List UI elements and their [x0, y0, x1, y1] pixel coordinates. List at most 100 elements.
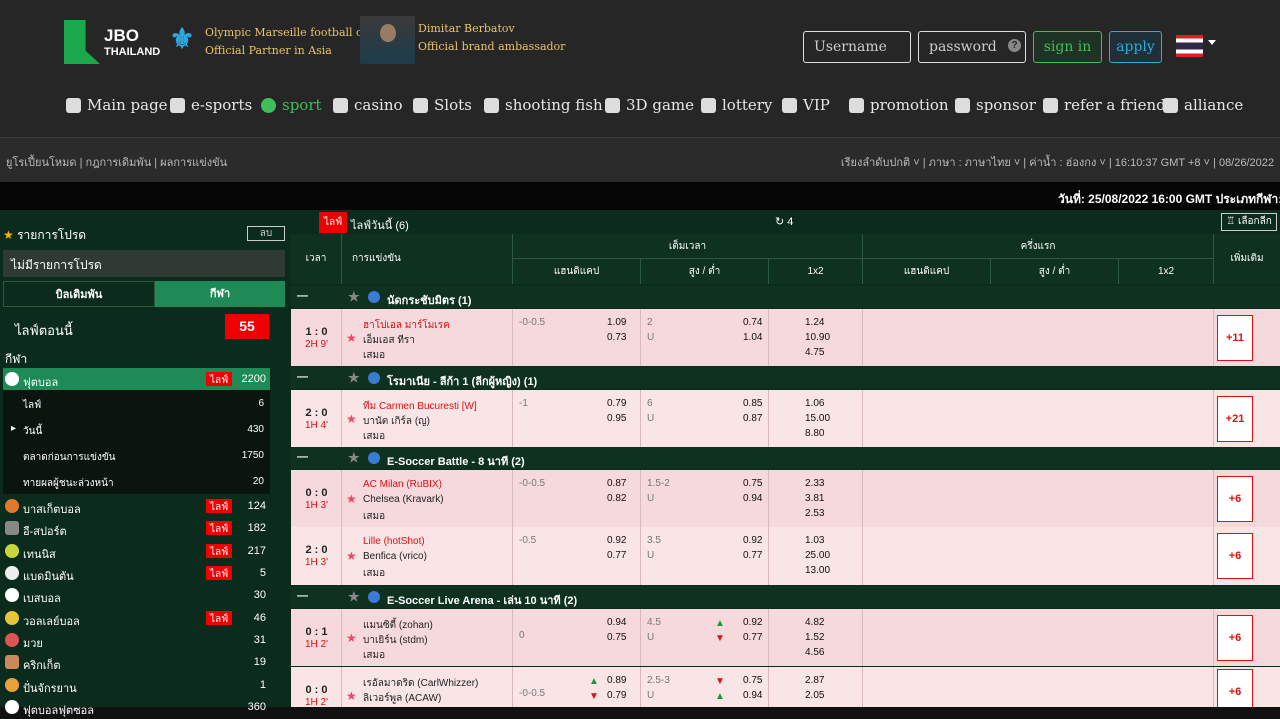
home-win-odds[interactable]: 4.82: [805, 617, 824, 628]
more-markets-button[interactable]: +11: [1217, 314, 1253, 361]
home-win-odds[interactable]: 1.06: [805, 398, 824, 409]
collapse-icon[interactable]: —: [297, 590, 308, 602]
draw-odds[interactable]: 4.56: [805, 647, 824, 658]
under-odds[interactable]: 0.94: [743, 690, 762, 701]
sidebar-item-cycling[interactable]: ปั่นจักรยาน 1: [3, 674, 270, 696]
sidebar-item-futsal[interactable]: ฟุตบอลฟุตซอล 360: [3, 696, 270, 718]
sidebar-item-football[interactable]: ฟุตบอล ไลฟ์ 2200: [3, 368, 270, 390]
sidebar-item-volleyball[interactable]: วอลเลย์บอล ไลฟ์ 46: [3, 607, 270, 629]
league-row[interactable]: — ★ โรมาเนีย - ลีก้า 1 (ลีกผู้หญิง) (1): [291, 367, 1280, 389]
apply-button[interactable]: apply: [1109, 31, 1162, 63]
over-odds[interactable]: 0.92: [743, 535, 762, 546]
home-win-odds[interactable]: 1.03: [805, 535, 824, 546]
collapse-icon[interactable]: —: [297, 371, 308, 383]
sub-links[interactable]: ยูโรเปี้ยนโหมด | กฎการเดิมพัน | ผลการแข่…: [6, 153, 227, 171]
favorite-star-icon[interactable]: ★: [346, 331, 357, 345]
nav-promotion[interactable]: promotion: [849, 92, 949, 118]
under-odds[interactable]: 0.77: [743, 632, 762, 643]
league-row[interactable]: — ★ E-Soccer Battle - 8 นาที (2): [291, 447, 1280, 469]
more-markets-button[interactable]: +6: [1217, 614, 1253, 661]
under-odds[interactable]: 1.04: [743, 332, 762, 343]
jbo-logo[interactable]: JBO THAILAND: [64, 20, 160, 64]
home-win-odds[interactable]: 1.24: [805, 317, 824, 328]
home-team[interactable]: แมนซิตี้ (zohan): [363, 618, 433, 633]
away-win-odds[interactable]: 15.00: [805, 413, 830, 424]
star-icon[interactable]: ★: [348, 450, 360, 466]
sidebar-item-basketball[interactable]: บาสเก็ตบอล ไลฟ์ 124: [3, 495, 270, 517]
handicap-home-odds[interactable]: 0.94: [607, 617, 626, 628]
tab-bet-slip[interactable]: บิลเดิมพัน: [3, 281, 155, 307]
over-odds[interactable]: 0.92: [743, 617, 762, 628]
nav-sport[interactable]: sport: [261, 92, 322, 118]
away-win-odds[interactable]: 1.52: [805, 632, 824, 643]
refresh-button[interactable]: ↻ 4: [775, 215, 793, 228]
away-team[interactable]: Chelsea (Kravark): [363, 494, 444, 505]
nav-casino[interactable]: casino: [333, 92, 403, 118]
over-odds[interactable]: 0.85: [743, 398, 762, 409]
handicap-away-odds[interactable]: 0.82: [607, 493, 626, 504]
sidebar-item-tennis[interactable]: เทนนิส ไลฟ์ 217: [3, 540, 270, 562]
sidebar-item-baseball[interactable]: เบสบอล 30: [3, 584, 270, 606]
favorite-star-icon[interactable]: ★: [346, 492, 357, 506]
nav-vip[interactable]: VIP: [782, 92, 830, 118]
star-icon[interactable]: ★: [348, 289, 360, 305]
tab-sports[interactable]: กีฬา: [155, 281, 285, 307]
settings-bar[interactable]: เรียงลำดับปกติ ˅ | ภาษา : ภาษาไทย ˅ | ค่…: [841, 153, 1274, 171]
favorite-star-icon[interactable]: ★: [346, 412, 357, 426]
more-markets-button[interactable]: +6: [1217, 475, 1253, 522]
home-team[interactable]: AC Milan (RuBIX): [363, 479, 442, 490]
nav-sponsor[interactable]: sponsor: [955, 92, 1036, 118]
home-team[interactable]: เรอัลมาดริด (CarlWhizzer): [363, 676, 478, 691]
help-icon[interactable]: ?: [1008, 39, 1021, 52]
over-odds[interactable]: 0.75: [743, 478, 762, 489]
favorites-clear-button[interactable]: ลบ: [247, 226, 285, 241]
collapse-icon[interactable]: —: [297, 451, 308, 463]
over-odds[interactable]: 0.75: [743, 675, 762, 686]
handicap-home-odds[interactable]: 0.87: [607, 478, 626, 489]
under-odds[interactable]: 0.77: [743, 550, 762, 561]
nav-refer-a-friend[interactable]: refer a friend: [1043, 92, 1166, 118]
more-markets-button[interactable]: +6: [1217, 533, 1253, 579]
handicap-home-odds[interactable]: 0.79: [607, 398, 626, 409]
draw-odds[interactable]: 4.75: [805, 347, 824, 358]
handicap-away-odds[interactable]: 0.73: [607, 332, 626, 343]
away-win-odds[interactable]: 3.81: [805, 493, 824, 504]
away-team[interactable]: เอ็มเอส ทีรา: [363, 333, 415, 348]
select-league-button[interactable]: ♖ เลือกลีก: [1221, 213, 1277, 231]
chevron-down-icon[interactable]: [1208, 40, 1216, 49]
nav-e-sports[interactable]: e-sports: [170, 92, 252, 118]
over-odds[interactable]: 0.74: [743, 317, 762, 328]
nav-slots[interactable]: Slots: [413, 92, 472, 118]
star-icon[interactable]: ★: [348, 370, 360, 386]
home-win-odds[interactable]: 2.33: [805, 478, 824, 489]
away-win-odds[interactable]: 2.05: [805, 690, 824, 701]
draw-odds[interactable]: 13.00: [805, 565, 830, 576]
away-team[interactable]: บาเยิร์น (stdm): [363, 633, 428, 648]
away-team[interactable]: ลิเวอร์พูล (ACAW): [363, 691, 441, 706]
sidebar-item-cricket[interactable]: คริกเก็ต 19: [3, 651, 270, 673]
sidebar-item-boxing[interactable]: มวย 31: [3, 629, 270, 651]
nav-lottery[interactable]: lottery: [701, 92, 772, 118]
sidebar-sub-live[interactable]: ไลฟ์ 6: [3, 390, 270, 416]
under-odds[interactable]: 0.94: [743, 493, 762, 504]
home-team[interactable]: ฮาโปเอล มาร์โมเรค: [363, 318, 450, 333]
sidebar-sub-early[interactable]: ตลาดก่อนการแข่งขัน 1750: [3, 442, 270, 468]
handicap-away-odds[interactable]: 0.77: [607, 550, 626, 561]
star-icon[interactable]: ★: [348, 589, 360, 605]
username-input[interactable]: Username: [803, 31, 911, 63]
sign-in-button[interactable]: sign in: [1033, 31, 1102, 63]
handicap-away-odds[interactable]: 0.75: [607, 632, 626, 643]
more-markets-button[interactable]: +21: [1217, 395, 1253, 442]
nav-3d-game[interactable]: 3D game: [605, 92, 694, 118]
favorite-star-icon[interactable]: ★: [346, 689, 357, 703]
league-row[interactable]: — ★ E-Soccer Live Arena - เล่น 10 นาที (2): [291, 586, 1280, 608]
home-team[interactable]: ทีม Carmen Bucuresti [W]: [363, 399, 477, 414]
under-odds[interactable]: 0.87: [743, 413, 762, 424]
draw-odds[interactable]: 8.80: [805, 428, 824, 439]
handicap-home-odds[interactable]: 0.92: [607, 535, 626, 546]
favorite-star-icon[interactable]: ★: [346, 549, 357, 563]
sidebar-item-badminton[interactable]: แบดมินตัน ไลฟ์ 5: [3, 562, 270, 584]
nav-alliance[interactable]: alliance: [1163, 92, 1243, 118]
away-team[interactable]: บานัต เกิร์ล (ญ): [363, 414, 430, 429]
sidebar-sub-outright[interactable]: ทายผลผู้ชนะล่วงหน้า 20: [3, 468, 270, 494]
